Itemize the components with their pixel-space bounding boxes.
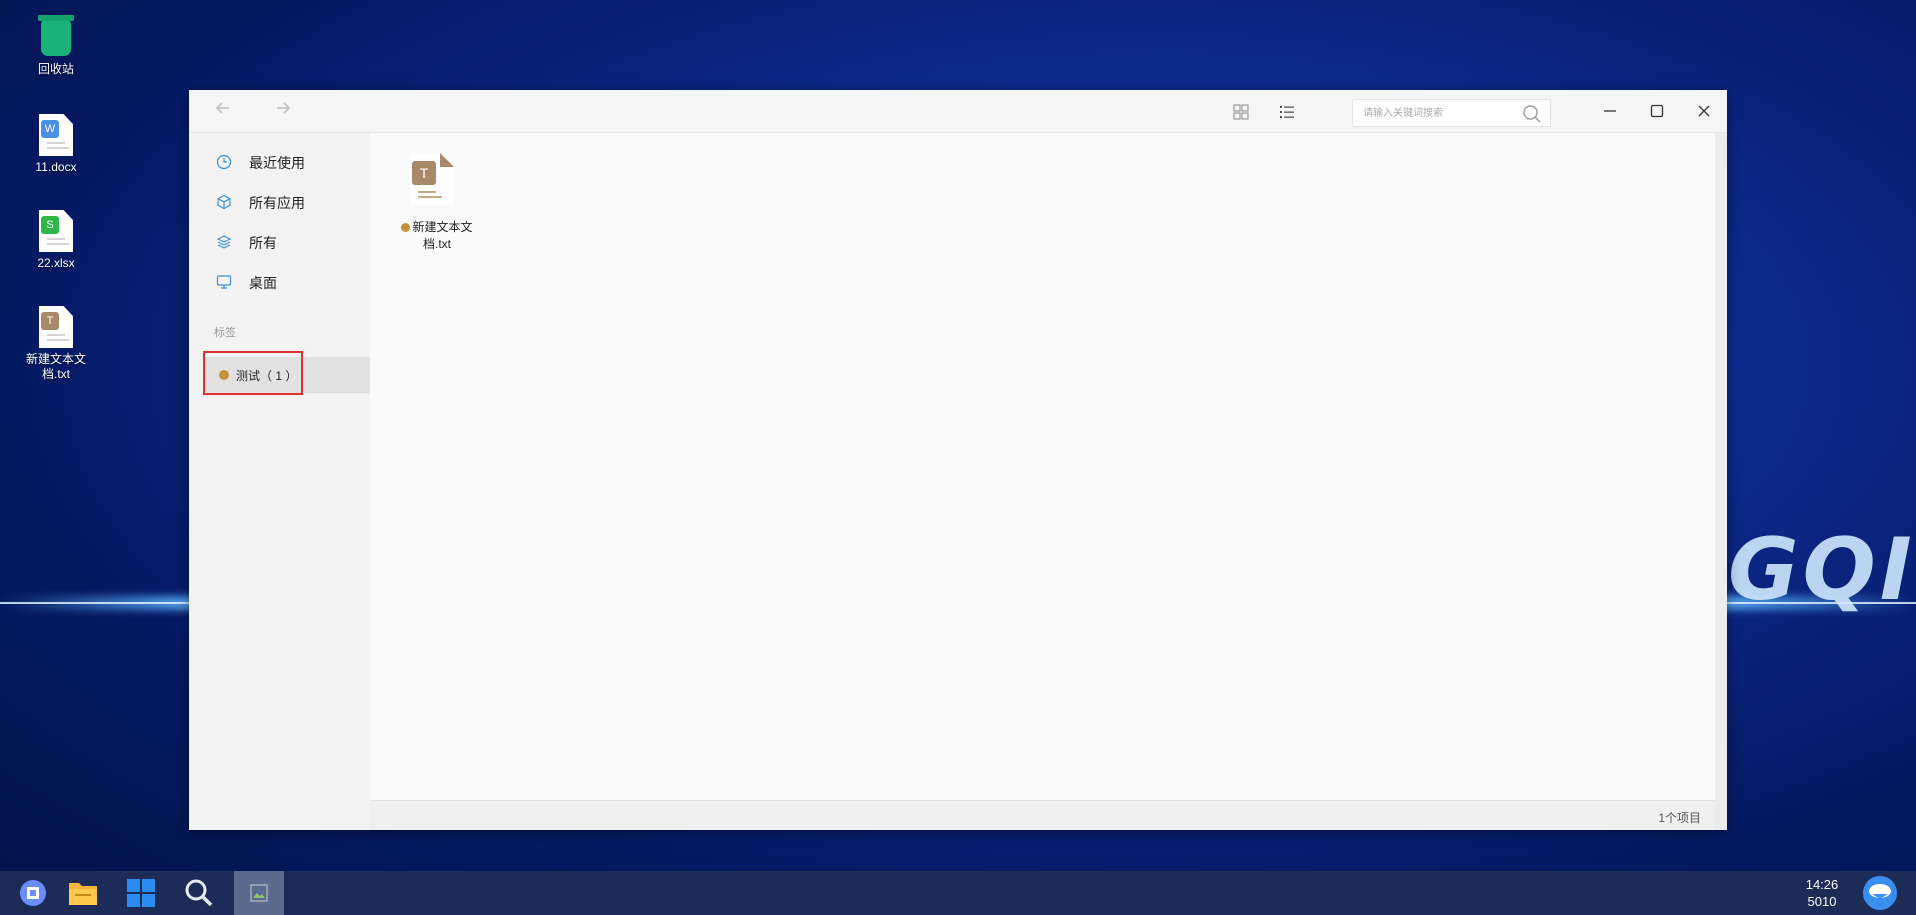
search-icon[interactable] <box>1522 104 1542 129</box>
highlight-box <box>203 351 303 395</box>
docx-file-icon: W <box>39 114 73 156</box>
list-icon <box>1280 106 1294 118</box>
file-name: 新建文本文档.txt <box>392 219 482 253</box>
taskbar-search[interactable] <box>174 871 224 915</box>
sidebar: 最近使用 所有应用 所有 桌面 标签 测试（ 1 ） <box>189 133 370 830</box>
close-icon <box>1698 105 1710 117</box>
item-count: 1个项目 <box>1658 811 1701 825</box>
start-button[interactable] <box>8 871 58 915</box>
scrollbar[interactable] <box>1715 133 1727 830</box>
clock-icon <box>216 154 232 170</box>
desktop-icon-label: 新建文本文档.txt <box>25 352 86 381</box>
titlebar <box>189 90 1727 133</box>
file-type-badge: T <box>412 161 436 185</box>
xlsx-file-icon: S <box>39 210 73 252</box>
desktop-icon-label: 11.docx <box>35 160 77 174</box>
close-button[interactable] <box>1689 96 1719 126</box>
back-button[interactable] <box>209 98 237 126</box>
xlsx-badge: S <box>41 216 59 234</box>
maximize-icon <box>1650 104 1664 118</box>
minimize-button[interactable] <box>1595 96 1625 126</box>
txt-file-icon: T <box>39 306 73 348</box>
arrow-left-icon <box>215 102 229 114</box>
search-input[interactable] <box>1353 100 1513 126</box>
txt-badge: T <box>41 312 59 330</box>
list-view-button[interactable] <box>1275 100 1299 124</box>
sidebar-item-label: 所有应用 <box>249 195 305 211</box>
search-box[interactable] <box>1352 99 1551 127</box>
clock-time: 14:26 <box>1805 877 1839 892</box>
desktop-icon-txt[interactable]: T 新建文本文档.txt <box>6 306 106 382</box>
wallpaper-logo: GQI <box>1728 520 1916 620</box>
notification-button[interactable] <box>1855 871 1905 915</box>
docx-badge: W <box>41 120 59 138</box>
cube-icon <box>217 194 231 210</box>
taskbar-multitask[interactable] <box>116 871 166 915</box>
sidebar-item-all[interactable]: 所有 <box>189 224 370 260</box>
status-bar: 1个项目 <box>370 800 1715 830</box>
file-line <box>418 196 442 198</box>
forward-button[interactable] <box>269 98 297 126</box>
recycle-bin-icon <box>38 15 74 56</box>
grid-view-button[interactable] <box>1229 100 1253 124</box>
grid-icon <box>1233 104 1249 120</box>
tags-section-title: 标签 <box>214 327 236 339</box>
file-line <box>418 191 436 193</box>
monitor-icon <box>216 275 232 289</box>
file-fold-corner <box>440 153 454 167</box>
windows-grid-icon <box>127 879 155 907</box>
desktop-icon-docx[interactable]: W 11.docx <box>6 114 106 175</box>
maximize-button[interactable] <box>1642 96 1672 126</box>
file-manager-window: 最近使用 所有应用 所有 桌面 标签 测试（ 1 ） T 新建文本文档.txt <box>189 90 1727 830</box>
sidebar-item-desktop[interactable]: 桌面 <box>189 264 370 300</box>
desktop-icon-label: 22.xlsx <box>37 256 75 270</box>
system-clock[interactable]: 14:26 5010 <box>1797 876 1847 910</box>
start-menu-icon <box>20 880 46 906</box>
file-content-area: T 新建文本文档.txt <box>370 133 1715 800</box>
file-tag-dot <box>401 223 411 232</box>
arrow-right-icon <box>277 102 291 114</box>
sidebar-item-recent[interactable]: 最近使用 <box>189 144 370 180</box>
file-name-text: 新建文本文档.txt <box>412 220 473 251</box>
desktop-icon-xlsx[interactable]: S 22.xlsx <box>6 210 106 271</box>
search-icon <box>185 879 213 907</box>
clock-date: 5010 <box>1807 894 1837 909</box>
sidebar-item-label: 所有 <box>249 235 277 251</box>
broken-image-icon <box>250 884 268 902</box>
sidebar-item-label: 最近使用 <box>249 155 305 171</box>
taskbar-file-manager[interactable] <box>58 871 108 915</box>
assistant-icon <box>1863 876 1897 910</box>
folder-icon <box>69 883 97 905</box>
minimize-icon <box>1604 110 1616 112</box>
layers-icon <box>216 235 232 249</box>
desktop-icon-recycle-bin[interactable]: 回收站 <box>6 15 106 77</box>
sidebar-item-label: 桌面 <box>249 275 277 291</box>
taskbar-active-window[interactable] <box>234 871 284 915</box>
taskbar: 14:26 5010 <box>0 871 1916 915</box>
desktop-icon-label: 回收站 <box>37 62 74 76</box>
sidebar-item-all-apps[interactable]: 所有应用 <box>189 184 370 220</box>
